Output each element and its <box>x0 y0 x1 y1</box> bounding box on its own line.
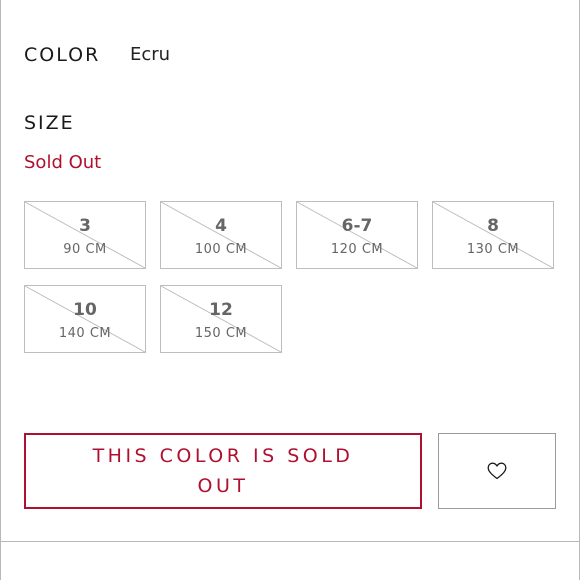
color-value: Ecru <box>130 44 171 65</box>
size-option-label: 6-7 <box>341 216 373 236</box>
section-divider <box>0 541 580 542</box>
size-option-8[interactable]: 8 130 CM <box>432 201 554 269</box>
size-option-label: 10 <box>73 300 97 320</box>
size-option-length: 150 CM <box>194 326 248 341</box>
size-option-4[interactable]: 4 100 CM <box>160 201 282 269</box>
size-option-label: 8 <box>487 216 499 236</box>
size-status: Sold Out <box>24 152 102 173</box>
size-option-label: 12 <box>209 300 233 320</box>
size-option-length: 130 CM <box>466 242 520 257</box>
size-option-12[interactable]: 12 150 CM <box>160 285 282 353</box>
sold-out-button: THIS COLOR IS SOLD OUT <box>24 433 422 509</box>
frame-left-border <box>0 0 1 580</box>
sold-out-label: THIS COLOR IS SOLD OUT <box>92 445 354 497</box>
size-option-6-7[interactable]: 6-7 120 CM <box>296 201 418 269</box>
color-label: COLOR <box>24 44 101 66</box>
size-option-length: 90 CM <box>63 242 107 257</box>
size-option-length: 140 CM <box>58 326 112 341</box>
size-option-label: 3 <box>79 216 91 236</box>
size-option-10[interactable]: 10 140 CM <box>24 285 146 353</box>
size-option-3[interactable]: 3 90 CM <box>24 201 146 269</box>
size-label: SIZE <box>24 112 75 134</box>
heart-icon <box>487 462 507 480</box>
wishlist-button[interactable] <box>438 433 556 509</box>
size-option-length: 120 CM <box>330 242 384 257</box>
size-option-label: 4 <box>215 216 227 236</box>
size-option-length: 100 CM <box>194 242 248 257</box>
